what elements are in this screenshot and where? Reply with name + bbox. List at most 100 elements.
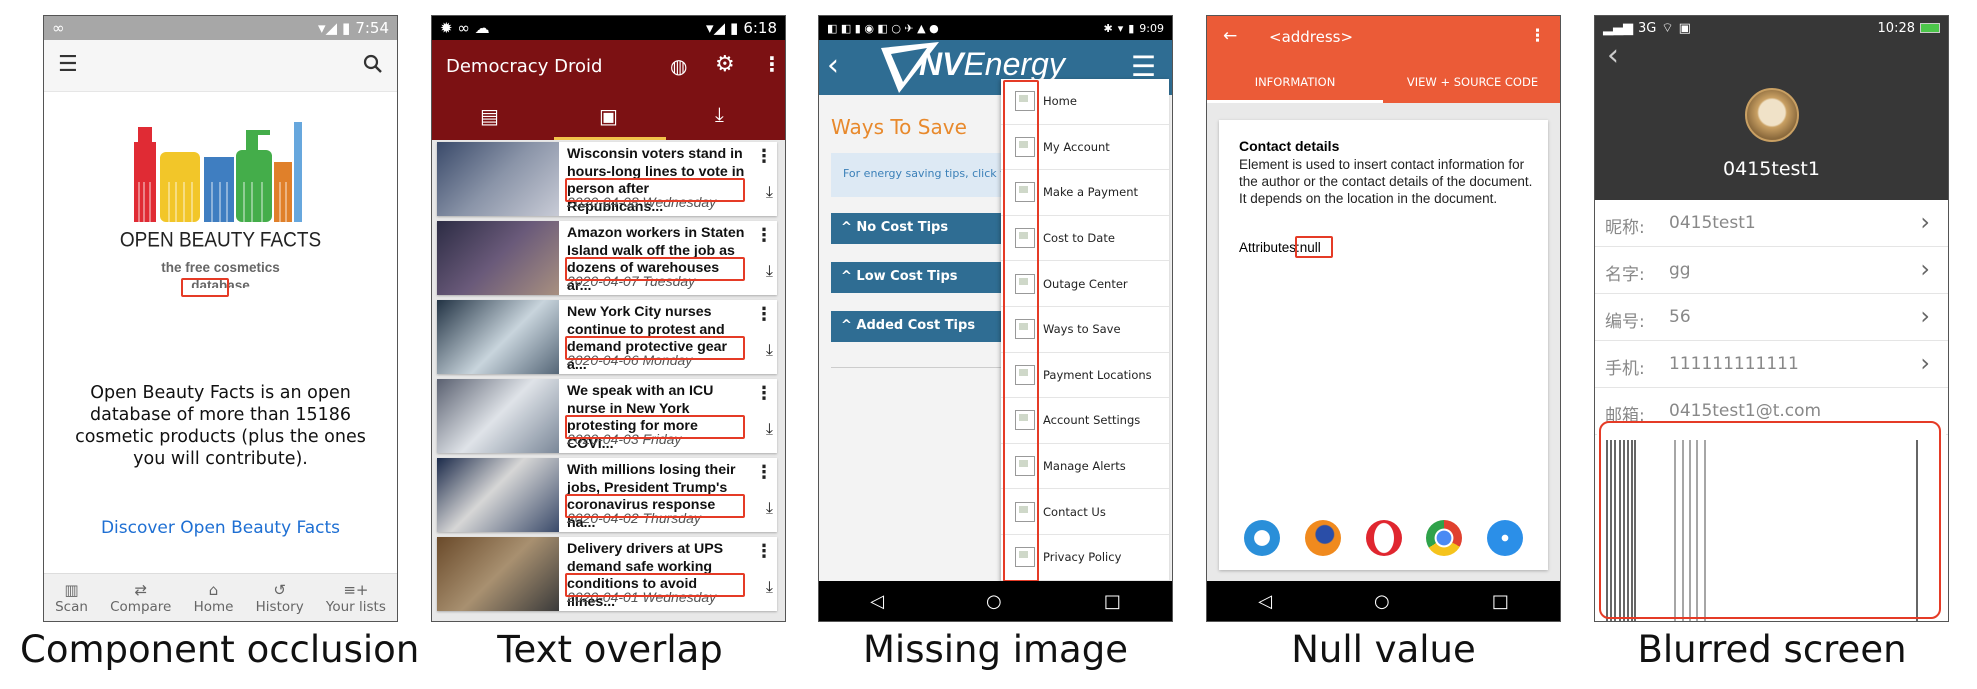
opera-icon — [1365, 520, 1402, 556]
back-icon[interactable]: ‹ — [827, 48, 839, 83]
status-time: 10:28 — [1877, 20, 1915, 36]
page-title: Ways To Save — [831, 115, 967, 139]
nav-scan[interactable]: ▥ Scan — [55, 581, 88, 615]
overflow-menu-icon[interactable]: ⋮ — [755, 225, 773, 246]
back-nav-icon[interactable]: ◁ — [870, 591, 884, 612]
browser-support-icons — [1244, 520, 1523, 556]
profile-row[interactable]: 编号: 56 › — [1595, 294, 1948, 341]
menu-icon[interactable]: ☰ — [58, 52, 78, 77]
overflow-menu-icon[interactable]: ⋮ — [755, 304, 773, 325]
menu-item-label: Home — [1043, 94, 1077, 109]
home-icon: ⌂ — [208, 580, 219, 599]
chevron-right-icon: › — [1920, 302, 1930, 330]
error-highlight-box — [565, 573, 745, 597]
news-thumbnail — [437, 379, 559, 453]
status-bar: ∞ ▾◢ ▮ 7:54 — [44, 16, 397, 40]
android-nav-bar: ◁ ○ □ — [819, 581, 1172, 621]
nav-your-lists[interactable]: ≡+ Your lists — [326, 581, 386, 615]
search-icon[interactable] — [363, 54, 383, 78]
tab-articles-icon[interactable]: ▤ — [480, 104, 499, 128]
recents-nav-icon[interactable]: □ — [1104, 591, 1121, 612]
download-icon[interactable]: ⤓ — [766, 261, 773, 281]
tip-notice: For energy saving tips, click t — [831, 153, 1011, 197]
safari-icon — [1487, 520, 1523, 556]
app-bar: Democracy Droid ◍ ⚙ ⋮ ▤ ▣ ⤓ — [432, 40, 785, 140]
wifi-icon: ⌔ — [1661, 21, 1674, 36]
battery-icon — [1920, 23, 1940, 33]
error-highlight-box — [1003, 80, 1039, 582]
list-item[interactable]: Delivery drivers at UPS demand safe work… — [437, 537, 777, 611]
news-thumbnail — [437, 142, 559, 216]
overflow-menu-icon[interactable]: ⋮ — [755, 541, 773, 562]
tab-view-source[interactable]: VIEW + SOURCE CODE — [1383, 64, 1560, 103]
gear-icon[interactable]: ⚙ — [715, 52, 735, 77]
low-cost-tips-button[interactable]: ^ Low Cost Tips — [831, 262, 1011, 293]
profile-row[interactable]: 手机: 111111111111 › — [1595, 341, 1948, 388]
logo-title: OPEN BEAUTY FACTS — [119, 228, 322, 252]
download-icon[interactable]: ⤓ — [766, 340, 773, 360]
avatar[interactable] — [1745, 88, 1799, 142]
firefox-icon — [1304, 520, 1341, 556]
news-thumbnail — [437, 221, 559, 295]
discover-link[interactable]: Discover Open Beauty Facts — [44, 518, 397, 538]
caption-text-overlap: Text overlap — [497, 628, 723, 671]
home-nav-icon[interactable]: ○ — [1374, 591, 1390, 612]
error-highlight-box — [181, 278, 229, 297]
download-icon[interactable]: ⤓ — [766, 419, 773, 439]
wifi-icon: ▾ — [1117, 21, 1124, 35]
nav-home[interactable]: ⌂ Home — [194, 581, 234, 615]
home-nav-icon[interactable]: ○ — [986, 591, 1002, 612]
row-value: 0415test1@t.com — [1669, 401, 1822, 421]
list-item[interactable]: We speak with an ICU nurse in New York p… — [437, 379, 777, 453]
logo-subtitle: the free cosmetics — [161, 260, 280, 275]
menu-item-label: Cost to Date — [1043, 231, 1115, 246]
android-nav-bar: ◁ ○ □ — [1207, 581, 1560, 621]
status-bar: ✹ ∞ ☁ ▾◢ ▮ 6:18 — [432, 16, 785, 40]
overflow-menu-icon[interactable]: ⋮ — [755, 146, 773, 167]
row-label: 编号: — [1605, 312, 1645, 332]
caption-missing-image: Missing image — [863, 628, 1128, 671]
notification-icons: ◧ ◧ ▮ ◉ ◧ ○ ✈ ▲ ● — [827, 21, 939, 35]
overflow-menu-icon[interactable]: ⋮ — [762, 52, 782, 76]
globe-icon[interactable]: ◍ — [670, 54, 687, 78]
nav-compare[interactable]: ⇄ Compare — [110, 581, 171, 615]
row-value: 0415test1 — [1669, 213, 1756, 233]
barcode-icon: ▥ — [64, 580, 79, 599]
tab-downloads-icon[interactable]: ⤓ — [715, 102, 724, 126]
news-thumbnail — [437, 300, 559, 374]
overflow-menu-icon[interactable]: ⋮ — [1529, 26, 1546, 46]
list-item[interactable]: With millions losing their jobs, Preside… — [437, 458, 777, 532]
signal-icon: ▂▄▆ — [1603, 20, 1633, 36]
recents-nav-icon[interactable]: □ — [1492, 591, 1509, 612]
error-highlight-box — [1295, 236, 1333, 258]
profile-rows: 昵称: 0415test1 › 名字: gg › 编号: 56 › 手机: 111111111111… — [1595, 200, 1948, 435]
username: 0415test1 — [1723, 158, 1820, 180]
caption-blurred-screen: Blurred screen — [1637, 628, 1907, 671]
back-icon[interactable]: ‹ — [1607, 38, 1619, 73]
list-item[interactable]: Wisconsin voters stand in hours-long lin… — [437, 142, 777, 216]
download-icon[interactable]: ⤓ — [766, 498, 773, 518]
profile-row[interactable]: 昵称: 0415test1 › — [1595, 200, 1948, 247]
added-cost-tips-button[interactable]: ^ Added Cost Tips — [831, 311, 1011, 342]
back-nav-icon[interactable]: ◁ — [1258, 591, 1272, 612]
profile-row[interactable]: 名字: gg › — [1595, 247, 1948, 294]
no-cost-tips-button[interactable]: ^ No Cost Tips — [831, 213, 1011, 244]
tab-information[interactable]: INFORMATION — [1207, 64, 1383, 103]
row-value: 56 — [1669, 307, 1691, 327]
nav-history[interactable]: ↺ History — [256, 581, 304, 615]
battery-icon: ▮ — [342, 19, 351, 37]
download-icon[interactable]: ⤓ — [766, 182, 773, 202]
overflow-menu-icon[interactable]: ⋮ — [755, 462, 773, 483]
tab-video-icon[interactable]: ▣ — [599, 104, 618, 128]
wifi-icon: ▾◢ — [705, 19, 726, 37]
caption-component-occlusion: Component occlusion — [20, 628, 420, 671]
menu-item-label: My Account — [1043, 139, 1110, 154]
overflow-menu-icon[interactable]: ⋮ — [755, 383, 773, 404]
download-icon[interactable]: ⤓ — [766, 577, 773, 597]
profile-header: ‹ 0415test1 — [1595, 38, 1948, 200]
list-item[interactable]: Amazon workers in Staten Island walk off… — [437, 221, 777, 295]
error-highlight-box — [1599, 421, 1941, 619]
phone-open-beauty-facts: ∞ ▾◢ ▮ 7:54 ☰ OPEN BEAUTY FACTS the free… — [43, 15, 398, 622]
list-item[interactable]: New York City nurses continue to protest… — [437, 300, 777, 374]
back-arrow-icon[interactable]: ← — [1223, 26, 1237, 46]
